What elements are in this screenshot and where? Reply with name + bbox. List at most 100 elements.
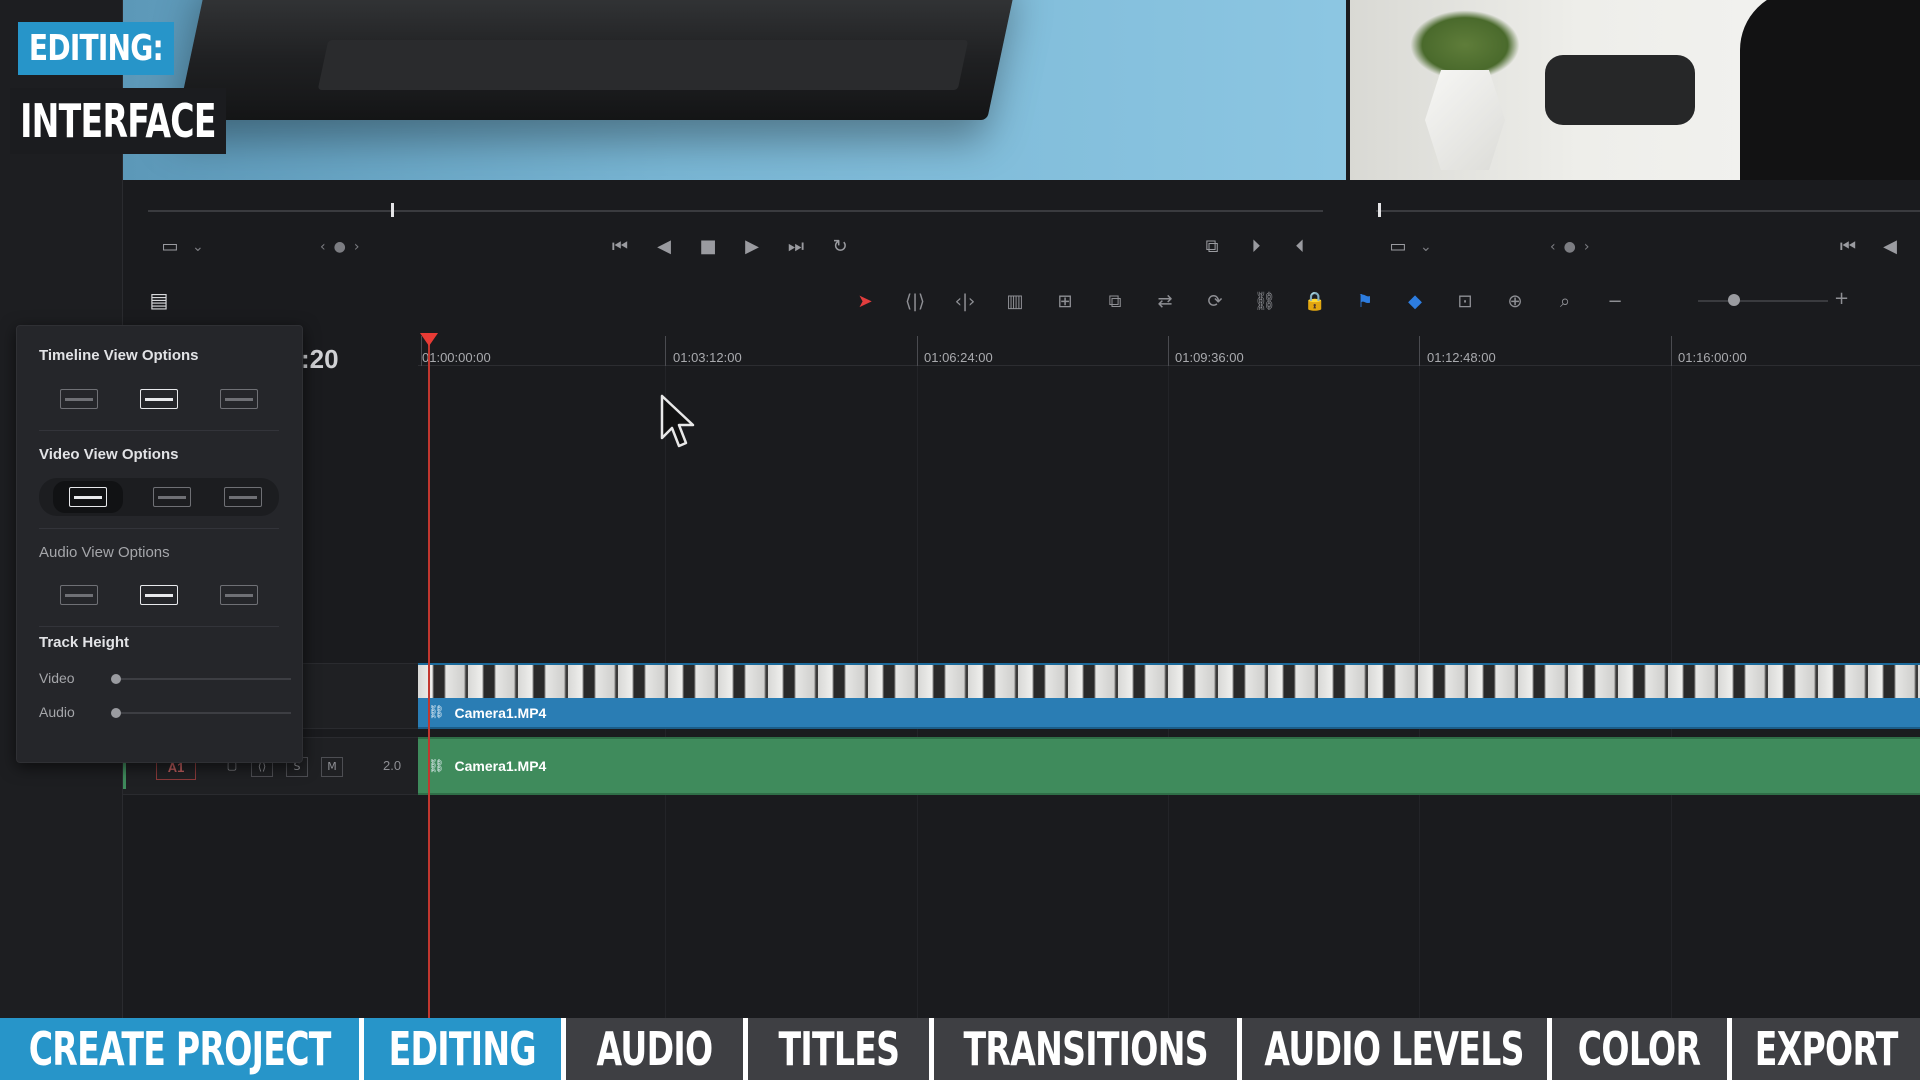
go-to-start-icon[interactable]: ⏮ [598, 232, 642, 262]
video-clip-thumbnails [418, 663, 1920, 698]
blade-edit-icon[interactable]: ▥ [990, 285, 1040, 317]
audio-channel-format: 2.0 [383, 758, 402, 773]
jog-right-icon[interactable]: › [1584, 239, 1590, 255]
playhead-line[interactable] [428, 340, 430, 1018]
zoom-detail-icon[interactable]: ⊕ [1490, 285, 1540, 317]
overwrite-clip-icon[interactable]: ⧉ [1090, 285, 1140, 317]
dynamic-trim-icon[interactable]: ‹|› [940, 285, 990, 317]
zoom-full-icon[interactable]: ⊡ [1440, 285, 1490, 317]
zoom-out-icon[interactable]: − [1590, 285, 1640, 317]
chevron-down-icon[interactable]: ⌄ [192, 239, 204, 255]
link-icon: ⛓ [428, 758, 445, 774]
zoom-slider-track[interactable] [1698, 300, 1828, 302]
loop-icon[interactable]: ↻ [818, 232, 862, 262]
match-frame-controls: ⧉ ⏵ ⏴ [1190, 232, 1322, 262]
simple-view-option[interactable] [221, 484, 265, 510]
source-scrub-handle[interactable] [391, 203, 394, 217]
nav-export[interactable]: EXPORT [1732, 1018, 1920, 1080]
jog-dot-icon[interactable]: ● [1564, 239, 1576, 255]
position-lock-icon[interactable]: 🔒 [1290, 285, 1340, 317]
nav-audio-levels[interactable]: AUDIO LEVELS [1242, 1018, 1552, 1080]
selection-mode-icon[interactable]: ➤ [840, 285, 890, 317]
timeline-view-options-heading: Timeline View Options [39, 347, 199, 364]
jog-left-icon[interactable]: ‹ [320, 239, 326, 255]
flag-icon[interactable]: ⚑ [1340, 285, 1390, 317]
source-scrub-bar[interactable] [148, 210, 1323, 212]
nav-titles[interactable]: TITLES [748, 1018, 934, 1080]
audio-height-knob[interactable] [111, 708, 121, 718]
replace-clip-icon[interactable]: ⇄ [1140, 285, 1190, 317]
nav-create-project[interactable]: CREATE PROJECT [0, 1018, 364, 1080]
source-viewer[interactable] [123, 0, 1346, 180]
timeline-scrub-bar[interactable] [1376, 210, 1920, 212]
viewer-frame-vase [1425, 70, 1505, 170]
filmstrip-view-option[interactable] [52, 481, 123, 513]
subtitle-tracks-option[interactable] [137, 386, 181, 412]
playhead-marker[interactable] [420, 333, 438, 346]
timeline-view-option-row [39, 380, 279, 418]
play-reverse-icon[interactable]: ◀ [642, 232, 686, 262]
video-clip[interactable]: ⛓ Camera1.MP4 [418, 663, 1920, 729]
mouse-cursor-icon [660, 394, 695, 448]
nav-audio[interactable]: AUDIO [566, 1018, 748, 1080]
marker-icon[interactable]: ◆ [1390, 285, 1440, 317]
viewer-frame-plant [1410, 10, 1520, 80]
mark-out-icon[interactable]: ⏴ [1278, 232, 1322, 262]
insert-clip-icon[interactable]: ⊞ [1040, 285, 1090, 317]
viewer-layout-icon[interactable]: ▭ [148, 232, 192, 262]
audio-height-slider[interactable] [113, 712, 291, 714]
track-height-heading: Track Height [39, 634, 130, 651]
video-height-knob[interactable] [111, 674, 121, 684]
zoom-in-icon[interactable]: + [1834, 288, 1849, 309]
viewer-size-icon[interactable]: ▭ [1376, 232, 1420, 262]
video-view-option-row [39, 478, 279, 516]
audio-view-option-row [39, 576, 279, 614]
timeline-view-options-icon[interactable]: ▤ [141, 288, 177, 312]
nav-transitions[interactable]: TRANSITIONS [934, 1018, 1242, 1080]
timeline-viewer[interactable] [1350, 0, 1920, 180]
timeline-transport-controls: ⏮ ◀ [1826, 232, 1910, 262]
thumbnail-view-option[interactable] [150, 484, 194, 510]
stop-icon[interactable]: ■ [686, 232, 730, 262]
audio-clip[interactable]: ⛓ Camera1.MP4 [418, 737, 1920, 795]
video-height-slider[interactable] [113, 678, 291, 680]
video-height-label: Video [39, 670, 75, 686]
jog-left-icon[interactable]: ‹ [1550, 239, 1556, 255]
match-frame-icon[interactable]: ⧉ [1190, 232, 1234, 262]
nav-editing[interactable]: EDITING [364, 1018, 566, 1080]
zoom-slider-knob[interactable] [1728, 294, 1740, 306]
go-to-start-icon[interactable]: ⏮ [1826, 232, 1870, 262]
nav-color[interactable]: COLOR [1552, 1018, 1732, 1080]
snapping-icon[interactable]: ⟳ [1190, 285, 1240, 317]
waveform-full-option[interactable] [137, 582, 181, 608]
jog-dot-icon[interactable]: ● [334, 239, 346, 255]
audio-view-options-heading: Audio View Options [39, 544, 170, 561]
timeline-jog-controls: ‹ ● › [1550, 232, 1589, 262]
waveform-off-option[interactable] [217, 582, 261, 608]
audio-waveform-option[interactable] [217, 386, 261, 412]
chevron-down-icon[interactable]: ⌄ [1420, 239, 1432, 255]
play-icon[interactable]: ▶ [730, 232, 774, 262]
linked-selection-icon[interactable]: ⛓ [1240, 285, 1290, 317]
popup-divider [39, 528, 279, 529]
ruler-tick [1419, 336, 1420, 366]
jog-right-icon[interactable]: › [354, 239, 360, 255]
viewer-frame-person [1740, 0, 1920, 180]
mark-in-icon[interactable]: ⏵ [1234, 232, 1278, 262]
ruler-tick [1168, 336, 1169, 366]
mute-button[interactable]: M [321, 757, 343, 777]
play-reverse-icon[interactable]: ◀ [1870, 232, 1910, 262]
stacked-timelines-option[interactable] [57, 386, 101, 412]
zoom-custom-icon[interactable]: ⌕ [1540, 285, 1590, 317]
popup-divider [39, 430, 279, 431]
source-jog-controls: ‹ ● › [320, 232, 359, 262]
video-clip-name: Camera1.MP4 [454, 704, 547, 721]
ruler-tick [917, 336, 918, 366]
transport-controls: ⏮ ◀ ■ ▶ ⏭ ↻ [598, 232, 862, 262]
timeline-scrub-handle[interactable] [1378, 203, 1381, 217]
viewer-frame-object-detail [317, 40, 969, 90]
edit-toolbar: ➤ ⟨|⟩ ‹|› ▥ ⊞ ⧉ ⇄ ⟳ ⛓ 🔒 ⚑ ◆ ⊡ ⊕ ⌕ − [840, 285, 1640, 317]
go-to-end-icon[interactable]: ⏭ [774, 232, 818, 262]
trim-edit-icon[interactable]: ⟨|⟩ [890, 285, 940, 317]
waveform-option[interactable] [57, 582, 101, 608]
